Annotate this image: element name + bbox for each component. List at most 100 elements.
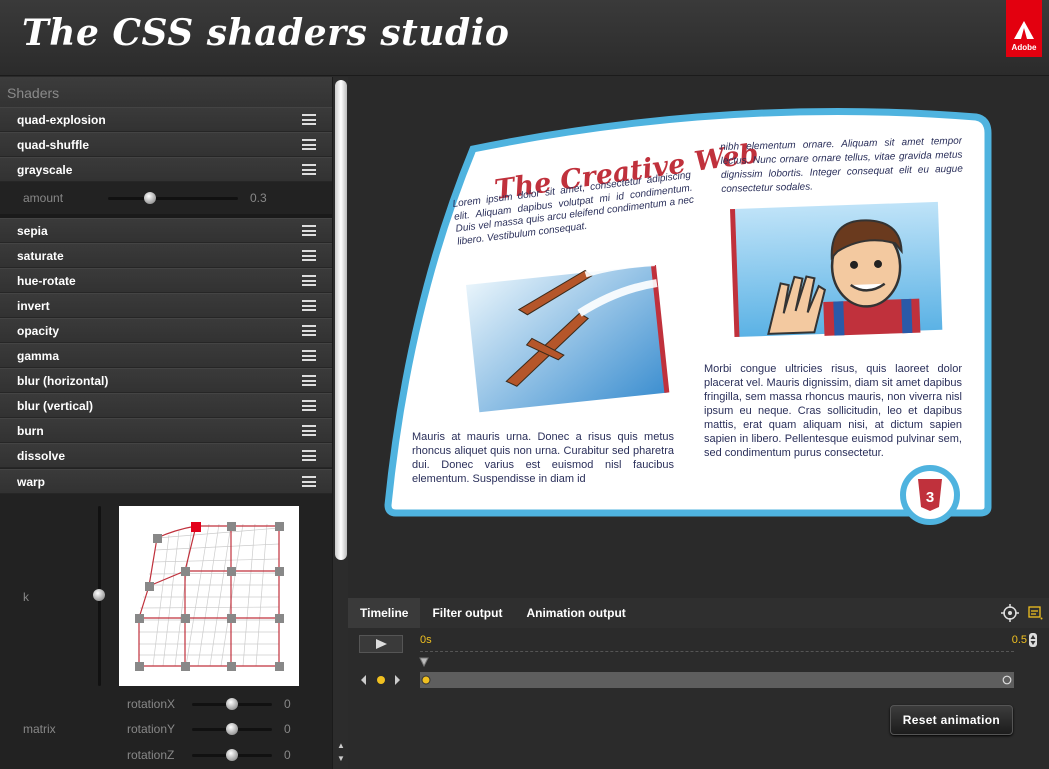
shader-label: sepia	[17, 223, 48, 238]
k-label: k	[23, 590, 29, 604]
rotation-y-value: 0	[284, 722, 291, 736]
css3-badge-label: 3	[926, 489, 934, 506]
time-start: 0s	[420, 634, 432, 646]
shader-label: quad-shuffle	[17, 137, 89, 152]
shader-label: gamma	[17, 348, 60, 363]
drag-handle-icon[interactable]	[302, 225, 316, 236]
shader-opacity[interactable]: opacity	[0, 318, 332, 343]
matrix-label: matrix	[23, 722, 56, 736]
shader-label: saturate	[17, 248, 64, 263]
warped-page-svg: The Creative Web Lorem ipsum dolor sit a…	[384, 107, 992, 525]
shader-sepia[interactable]: sepia	[0, 218, 332, 243]
crosshair-icon[interactable]	[1001, 604, 1019, 622]
next-keyframe-icon	[395, 675, 400, 685]
amount-slider[interactable]	[108, 192, 238, 204]
drag-handle-icon[interactable]	[302, 139, 316, 150]
shader-label: invert	[17, 298, 50, 313]
slider-knob[interactable]	[93, 589, 105, 601]
sidebar-heading: Shaders	[0, 77, 332, 107]
shader-saturate[interactable]: saturate	[0, 243, 332, 268]
drag-handle-icon[interactable]	[302, 425, 316, 436]
shader-quad-explosion[interactable]: quad-explosion	[0, 107, 332, 132]
tab-filter-output[interactable]: Filter output	[420, 598, 514, 628]
drag-handle-icon[interactable]	[302, 275, 316, 286]
shader-preview: The Creative Web Lorem ipsum dolor sit a…	[348, 77, 1049, 598]
adobe-icon	[1014, 21, 1034, 39]
shader-quad-shuffle[interactable]: quad-shuffle	[0, 132, 332, 157]
drag-handle-icon[interactable]	[302, 325, 316, 336]
drag-handle-icon[interactable]	[302, 300, 316, 311]
shader-label: blur (horizontal)	[17, 373, 109, 388]
time-end: 0.5	[1011, 634, 1027, 646]
drag-handle-icon[interactable]	[302, 375, 316, 386]
bottom-tabs: Timeline Filter output Animation output	[348, 598, 1049, 628]
k-slider[interactable]	[93, 506, 105, 686]
rotation-z-value: 0	[284, 748, 291, 762]
preview-col2-bottom: Morbi congue ultricies risus, quis laore…	[704, 363, 962, 459]
drag-handle-icon[interactable]	[302, 400, 316, 411]
rotation-x-label: rotationX	[127, 697, 176, 711]
slider-knob[interactable]	[226, 723, 238, 735]
drag-handle-icon[interactable]	[302, 164, 316, 175]
adobe-label: Adobe	[1011, 43, 1037, 52]
rotation-y-slider[interactable]	[192, 723, 272, 735]
rotation-z-slider[interactable]	[192, 749, 272, 761]
param-label: amount	[23, 191, 64, 205]
tab-timeline[interactable]: Timeline	[348, 598, 421, 628]
shader-label: dissolve	[17, 448, 66, 463]
scroll-down-icon[interactable]: ▼	[336, 755, 346, 763]
adobe-logo[interactable]: Adobe	[1006, 0, 1042, 57]
warp-control-point-selected	[191, 522, 201, 532]
rotation-x-value: 0	[284, 697, 291, 711]
shader-gamma[interactable]: gamma	[0, 343, 332, 368]
shader-dissolve[interactable]: dissolve	[0, 443, 332, 468]
timeline-track[interactable]	[420, 672, 1014, 688]
param-row-amount: amount 0.3	[0, 182, 332, 214]
keyframe-end-icon[interactable]	[1002, 675, 1012, 685]
rotation-x-slider[interactable]	[192, 698, 272, 710]
slider-knob[interactable]	[226, 749, 238, 761]
drag-handle-icon[interactable]	[302, 350, 316, 361]
keyframe-nav[interactable]	[360, 673, 400, 687]
play-icon	[375, 639, 387, 649]
param-value: 0.3	[250, 191, 267, 205]
reset-animation-button[interactable]: Reset animation	[889, 705, 1013, 735]
tab-icons	[1001, 604, 1043, 622]
grayscale-params: amount 0.3	[0, 182, 332, 214]
shader-burn[interactable]: burn	[0, 418, 332, 443]
timeline-body: 0s 0.5 Reset animation	[348, 628, 1049, 769]
shader-label: hue-rotate	[17, 273, 76, 288]
tab-animation-output[interactable]: Animation output	[514, 598, 637, 628]
drag-handle-icon[interactable]	[302, 476, 316, 487]
playhead-icon[interactable]	[419, 657, 429, 667]
scroll-thumb[interactable]	[335, 80, 347, 560]
slider-knob[interactable]	[226, 698, 238, 710]
shader-blur-vertical[interactable]: blur (vertical)	[0, 393, 332, 418]
duration-stepper-icon[interactable]	[1028, 632, 1038, 648]
drag-handle-icon[interactable]	[302, 250, 316, 261]
warp-params: k rotationX 0 matrix rotationY 0 rotatio…	[0, 494, 332, 769]
shader-invert[interactable]: invert	[0, 293, 332, 318]
timeline-ruler	[420, 651, 1014, 652]
drag-handle-icon[interactable]	[302, 114, 316, 125]
character-illustration	[730, 201, 943, 338]
slider-knob[interactable]	[144, 192, 156, 204]
keyframe-start-icon[interactable]	[421, 675, 431, 685]
warp-grid-svg[interactable]	[119, 506, 299, 686]
rotation-z-label: rotationZ	[127, 748, 175, 762]
warp-grid-editor[interactable]	[119, 506, 299, 686]
play-button[interactable]	[359, 635, 403, 653]
preview-col2-top: nibh elementum ornare. Aliquam sit amet …	[720, 135, 963, 195]
shader-hue-rotate[interactable]: hue-rotate	[0, 268, 332, 293]
drag-handle-icon[interactable]	[302, 450, 316, 461]
shader-blur-horizontal[interactable]: blur (horizontal)	[0, 368, 332, 393]
scroll-up-icon[interactable]: ▲	[336, 742, 346, 750]
shader-label: opacity	[17, 323, 60, 338]
sidebar-scrollbar[interactable]: ▲ ▼	[332, 77, 348, 769]
shader-warp[interactable]: warp	[0, 469, 332, 494]
log-icon[interactable]	[1027, 604, 1043, 620]
add-keyframe-icon	[377, 676, 385, 684]
shader-grayscale[interactable]: grayscale	[0, 157, 332, 182]
plane-photo	[466, 260, 670, 413]
app-title: The CSS shaders studio	[22, 12, 510, 54]
